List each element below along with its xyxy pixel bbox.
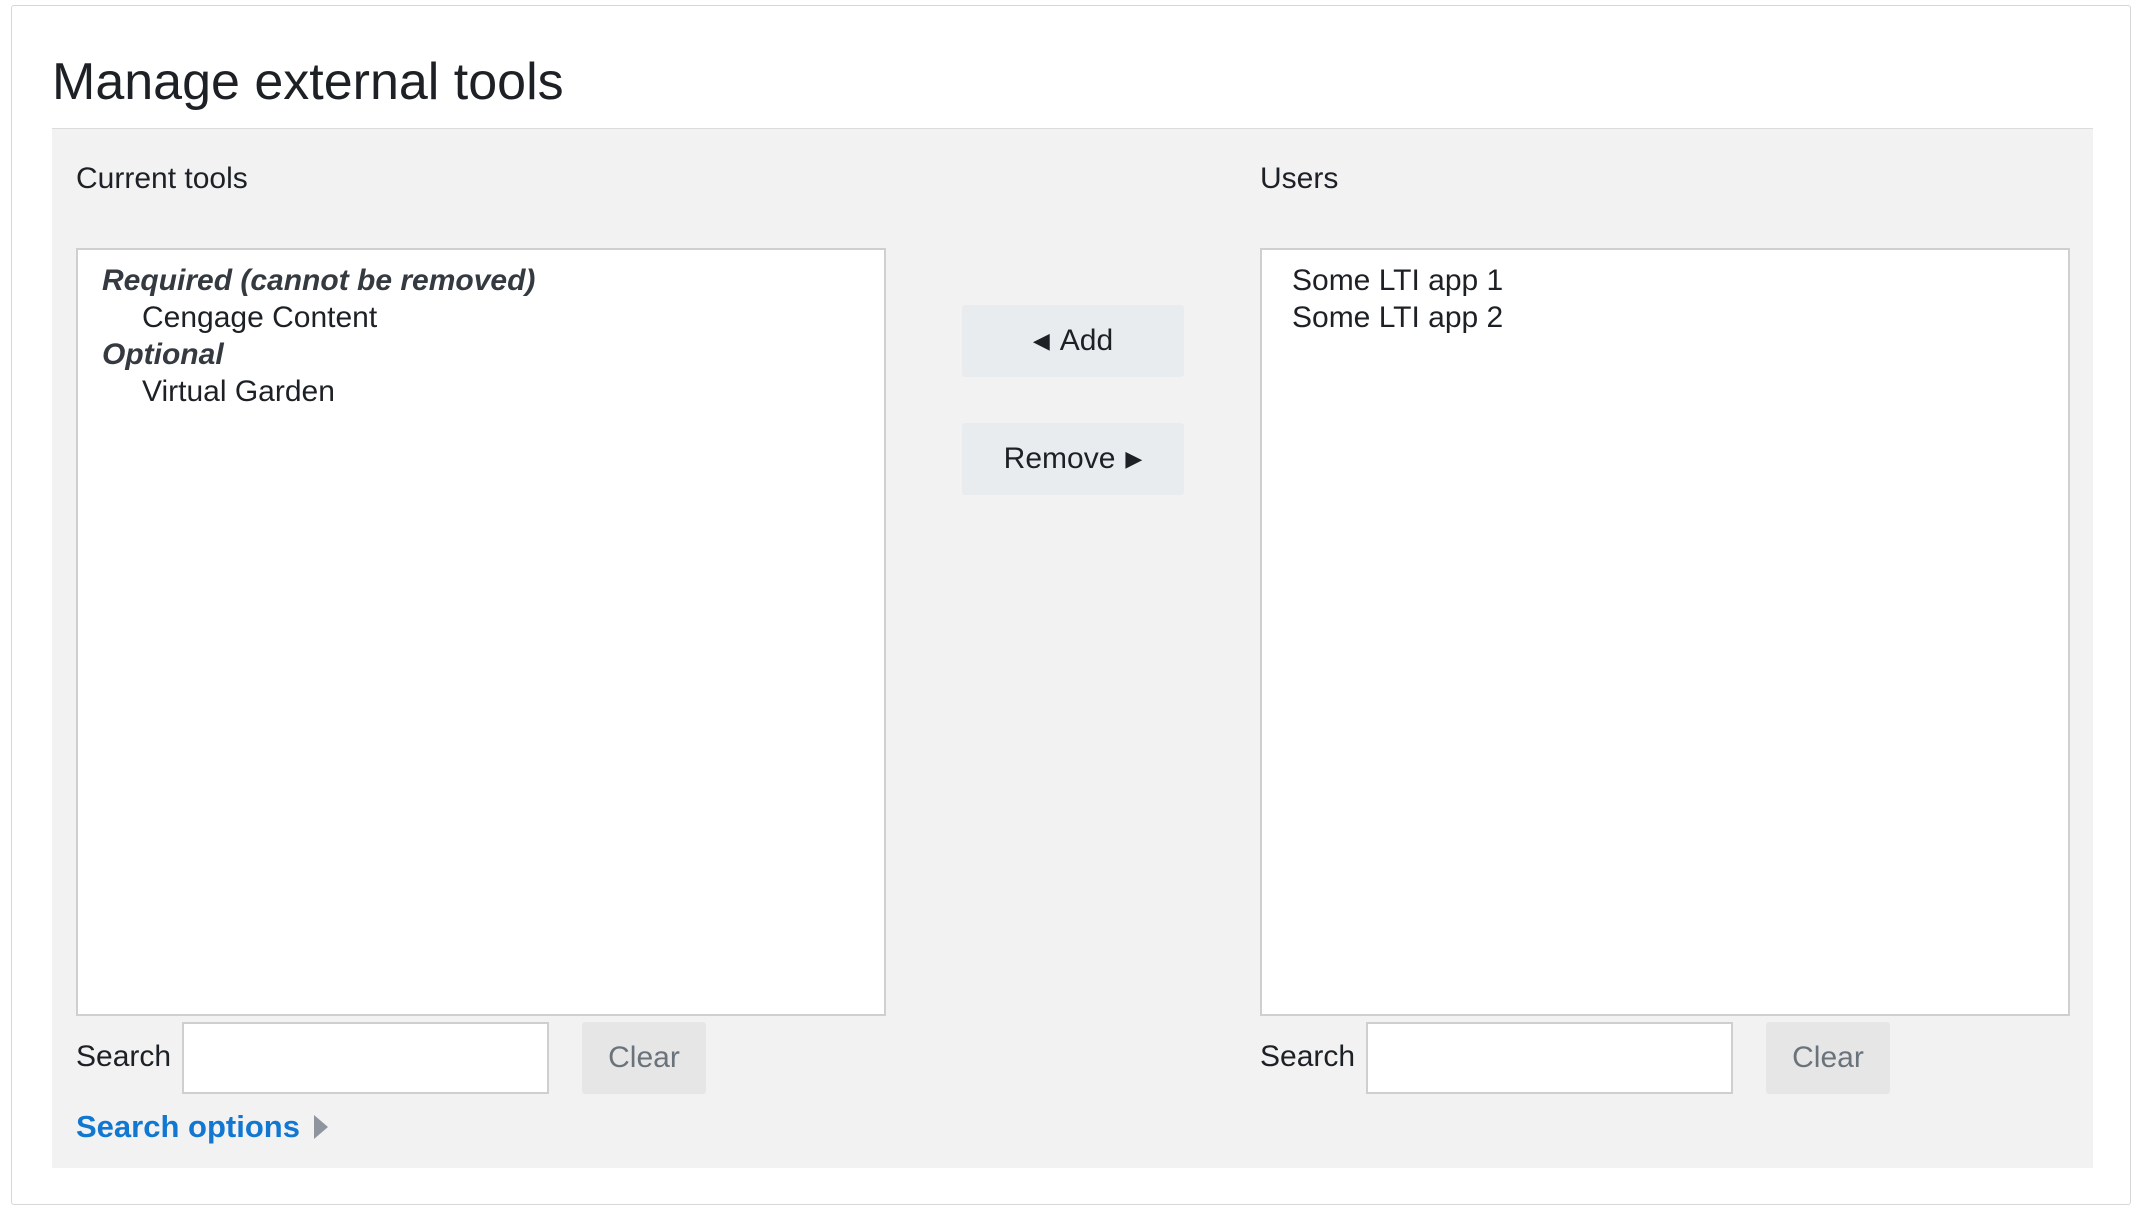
right-clear-button[interactable]: Clear <box>1766 1022 1890 1094</box>
right-search-label: Search <box>1260 1040 1356 1073</box>
remove-button-label: Remove <box>1003 442 1116 475</box>
option-cengage-content[interactable]: Cengage Content <box>78 299 884 336</box>
caret-right-icon <box>313 1115 328 1139</box>
remove-button[interactable]: Remove ▶ <box>962 423 1184 495</box>
left-clear-button[interactable]: Clear <box>582 1022 706 1094</box>
left-search-input[interactable] <box>182 1022 549 1094</box>
optgroup-required: Required (cannot be removed) <box>102 264 536 297</box>
users-listbox[interactable]: Some LTI app 1 Some LTI app 2 <box>1260 248 2070 1016</box>
current-tools-listbox[interactable]: Required (cannot be removed) Cengage Con… <box>76 248 886 1016</box>
add-button-label: Add <box>1059 324 1114 357</box>
add-button[interactable]: ◀ Add <box>962 305 1184 377</box>
arrow-left-icon: ◀ <box>1032 328 1050 353</box>
search-options-label: Search options <box>76 1109 300 1144</box>
page-title: Manage external tools <box>52 53 564 111</box>
option-virtual-garden[interactable]: Virtual Garden <box>78 373 884 410</box>
current-tools-label: Current tools <box>76 162 248 195</box>
arrow-right-icon: ▶ <box>1125 446 1143 471</box>
right-search-input[interactable] <box>1366 1022 1733 1094</box>
option-some-lti-app-1[interactable]: Some LTI app 1 <box>1262 262 2068 299</box>
search-options-link[interactable]: Search options <box>76 1109 328 1145</box>
option-some-lti-app-2[interactable]: Some LTI app 2 <box>1262 299 2068 336</box>
tool-assignment-panel: Current tools Required (cannot be remove… <box>52 128 2093 1168</box>
optgroup-optional: Optional <box>102 338 224 371</box>
left-search-label: Search <box>76 1040 172 1073</box>
users-label: Users <box>1260 162 1339 195</box>
